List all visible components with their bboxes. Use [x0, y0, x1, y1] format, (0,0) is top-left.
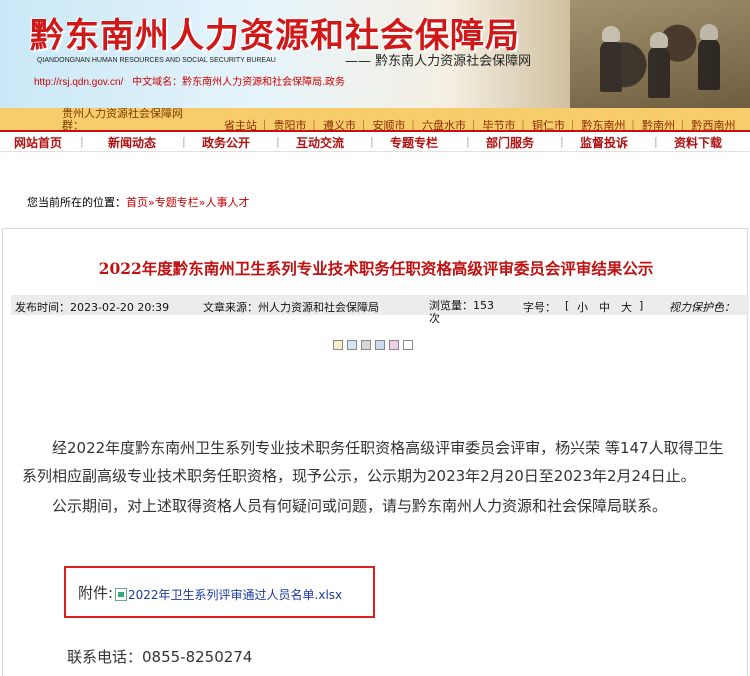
site-url-line: http://rsj.qdn.gov.cn/ 中文域名：黔东南州人力资源和社会保…: [34, 73, 345, 88]
site-cn-domain: 中文域名：黔东南州人力资源和社会保障局.政务: [132, 77, 345, 88]
network-link[interactable]: 毕节市: [483, 119, 516, 130]
network-link[interactable]: 六盘水市: [422, 119, 466, 130]
font-size-close-bracket: ]: [639, 299, 644, 312]
font-size-medium[interactable]: 中: [599, 299, 610, 315]
breadcrumb: 您当前所在的位置：首页»专题专栏»人事人才: [27, 196, 250, 209]
view-count: 浏览量：153 次: [429, 299, 494, 325]
network-group-label: 贵州人力资源社会保障网群：: [62, 108, 183, 130]
network-link[interactable]: 贵阳市: [274, 119, 307, 130]
nav-separator: |: [370, 135, 374, 148]
nav-separator: |: [654, 135, 658, 148]
article-paragraph: 公示期间，对上述取得资格人员有何疑问或问题，请与黔东南州人力资源和社会保障局联系…: [52, 497, 668, 515]
network-link[interactable]: 黔西南州: [692, 119, 736, 130]
nav-dept-services[interactable]: 部门服务: [486, 134, 534, 151]
article-source: 文章来源：州人力资源和社会保障局: [203, 301, 379, 314]
font-size-label: 字号：: [523, 301, 556, 314]
breadcrumb-sub[interactable]: 人事人才: [205, 196, 249, 209]
main-nav: 网站首页 | 新闻动态 | 政务公开 | 互动交流 | 专题专栏 | 部门服务 …: [0, 130, 750, 152]
attachment-link[interactable]: 2022年卫生系列评审通过人员名单.xlsx: [128, 586, 342, 603]
site-banner: 黔东南州人力资源和社会保障局 QIANDONGNAN HUMAN RESOURC…: [0, 0, 750, 108]
contact-phone: 联系电话：0855-8250274: [67, 648, 253, 666]
site-english-name: QIANDONGNAN HUMAN RESOURCES AND SOCIAL S…: [37, 57, 276, 64]
network-links-strip: 贵州人力资源社会保障网群： 省主站｜ 贵阳市｜ 遵义市｜ 安顺市｜ 六盘水市｜ …: [0, 108, 750, 130]
font-size-open-bracket: [: [565, 299, 570, 312]
eye-protect-swatches: [333, 340, 413, 350]
nav-separator: |: [182, 135, 186, 148]
nav-separator: |: [276, 135, 280, 148]
nav-home[interactable]: 网站首页: [14, 134, 62, 151]
network-link[interactable]: 黔东南州: [582, 119, 626, 130]
network-link[interactable]: 遵义市: [323, 119, 356, 130]
color-swatch[interactable]: [389, 340, 399, 350]
breadcrumb-section[interactable]: 专题专栏: [155, 196, 199, 209]
color-swatch[interactable]: [333, 340, 343, 350]
attachment-box: 附件: 2022年卫生系列评审通过人员名单.xlsx: [64, 566, 375, 618]
font-size-large[interactable]: 大: [621, 299, 632, 315]
nav-news[interactable]: 新闻动态: [108, 134, 156, 151]
article-paragraph: 经2022年度黔东南州卫生系列专业技术职务任职资格高级评审委员会评审，杨兴荣 等…: [22, 439, 724, 485]
nav-separator: |: [560, 135, 564, 148]
nav-downloads[interactable]: 资料下载: [674, 134, 722, 151]
nav-complaints[interactable]: 监督投诉: [580, 134, 628, 151]
nav-gov-affairs[interactable]: 政务公开: [202, 134, 250, 151]
network-link[interactable]: 省主站: [224, 119, 257, 130]
color-swatch[interactable]: [361, 340, 371, 350]
network-link[interactable]: 黔南州: [642, 119, 675, 130]
nav-interaction[interactable]: 互动交流: [296, 134, 344, 151]
color-swatch[interactable]: [375, 340, 385, 350]
excel-file-icon: [115, 588, 127, 601]
eye-protect-label: 视力保护色：: [669, 301, 735, 314]
color-swatch[interactable]: [403, 340, 413, 350]
network-link[interactable]: 安顺市: [373, 119, 406, 130]
banner-photo: [570, 0, 750, 108]
site-slogan: —— 黔东南人力资源社会保障网: [345, 54, 532, 69]
nav-separator: |: [80, 135, 84, 148]
article-body: 经2022年度黔东南州卫生系列专业技术职务任职资格高级评审委员会评审，杨兴荣 等…: [22, 434, 728, 520]
nav-separator: |: [466, 135, 470, 148]
attachment-label: 附件:: [78, 584, 114, 602]
publish-time: 发布时间：2023-02-20 20:39: [15, 301, 170, 314]
network-link[interactable]: 铜仁市: [532, 119, 565, 130]
breadcrumb-prefix: 您当前所在的位置：: [27, 196, 126, 209]
font-size-small[interactable]: 小: [577, 299, 588, 315]
article-title: 2022年度黔东南州卫生系列专业技术职务任职资格高级评审委员会评审结果公示: [98, 259, 654, 278]
color-swatch[interactable]: [347, 340, 357, 350]
breadcrumb-home[interactable]: 首页: [126, 196, 148, 209]
network-links: 省主站｜ 贵阳市｜ 遵义市｜ 安顺市｜ 六盘水市｜ 毕节市｜ 铜仁市｜ 黔东南州…: [224, 119, 736, 130]
nav-topics[interactable]: 专题专栏: [390, 134, 438, 151]
site-url[interactable]: http://rsj.qdn.gov.cn/: [34, 77, 123, 88]
article-meta-bar: 发布时间：2023-02-20 20:39 文章来源：州人力资源和社会保障局 浏…: [11, 295, 749, 325]
